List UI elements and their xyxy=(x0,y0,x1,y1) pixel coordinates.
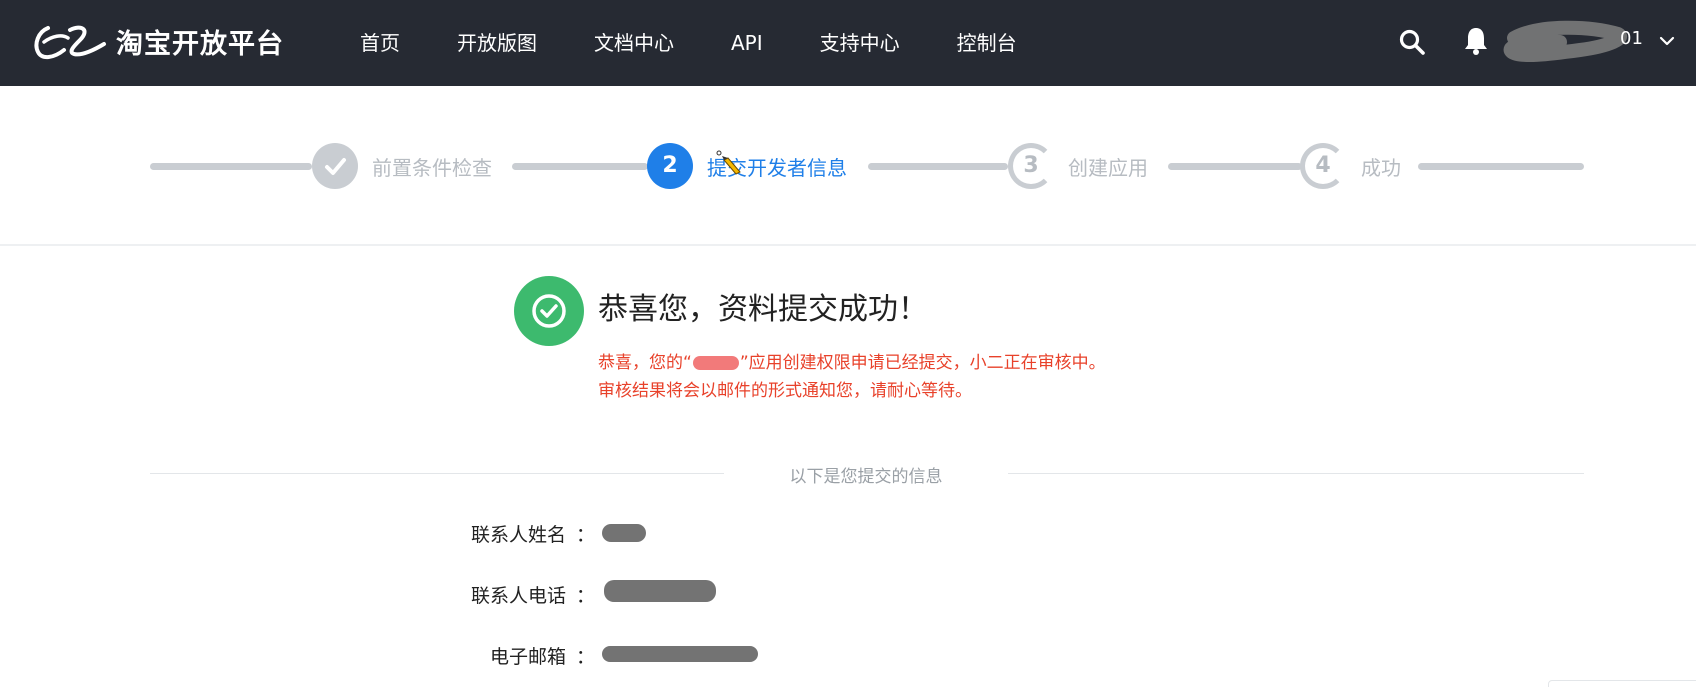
step-connector xyxy=(1168,163,1302,170)
step-connector xyxy=(1418,163,1584,170)
email-label: 电子邮箱 xyxy=(489,646,566,668)
nav-home[interactable]: 首页 xyxy=(360,0,400,86)
step-1-label: 前置条件检查 xyxy=(372,156,492,180)
redacted-contact-name xyxy=(602,524,646,542)
check-icon xyxy=(325,158,346,175)
notice-line-2: 审核结果将会以邮件的形式通知您，请耐心等待。 xyxy=(598,381,972,401)
main-nav: 首页 开放版图 文档中心 API 支持中心 控制台 xyxy=(360,0,1017,86)
redacted-email xyxy=(602,646,758,662)
nav-support[interactable]: 支持中心 xyxy=(820,0,900,86)
top-navigation-bar: 淘宝开放平台 首页 开放版图 文档中心 API 支持中心 控制台 01 xyxy=(0,0,1696,86)
chevron-down-icon[interactable] xyxy=(1658,32,1676,50)
submitted-info-heading: 以下是您提交的信息 xyxy=(789,467,943,487)
pencil-cursor-icon xyxy=(716,150,741,175)
divider-right xyxy=(1008,473,1584,474)
redacted-username xyxy=(1503,20,1627,63)
notice-line-1-prefix: 恭喜，您的“ xyxy=(598,353,692,373)
divider-left xyxy=(150,473,724,474)
step-4-todo: 4 xyxy=(1300,143,1346,189)
email-colon: ： xyxy=(576,646,596,668)
alibaba-logo-icon xyxy=(34,25,106,59)
username-suffix: 01 xyxy=(1620,28,1643,49)
nav-console[interactable]: 控制台 xyxy=(957,0,1017,86)
step-1-done xyxy=(312,143,358,189)
search-icon[interactable] xyxy=(1398,28,1426,56)
step-3-label: 创建应用 xyxy=(1068,156,1148,180)
nav-open-map[interactable]: 开放版图 xyxy=(457,0,537,86)
nav-api[interactable]: API xyxy=(731,0,763,86)
success-check-icon xyxy=(514,276,584,346)
nav-docs[interactable]: 文档中心 xyxy=(594,0,674,86)
step-2-active: 2 xyxy=(647,143,693,189)
brand-name: 淘宝开放平台 xyxy=(116,28,284,60)
contact-phone-label: 联系人电话 xyxy=(470,585,566,607)
contact-name-label: 联系人姓名 xyxy=(470,524,566,546)
contact-name-colon: ： xyxy=(576,524,596,546)
brand-logo[interactable]: 淘宝开放平台 xyxy=(34,20,284,62)
step-4-number: 4 xyxy=(1315,153,1331,178)
success-title: 恭喜您，资料提交成功！ xyxy=(598,292,928,327)
floating-widget[interactable] xyxy=(1548,680,1696,687)
step-connector xyxy=(868,163,1008,170)
step-2-number: 2 xyxy=(662,153,678,178)
notice-line-1-suffix: ”应用创建权限申请已经提交，小二正在审核中。 xyxy=(739,353,1106,373)
redacted-app-name xyxy=(692,356,739,370)
step-3-number: 3 xyxy=(1023,153,1039,178)
step-3-todo: 3 xyxy=(1008,143,1054,189)
step-connector xyxy=(512,163,648,170)
step-4-label: 成功 xyxy=(1361,156,1401,180)
progress-stepper: 前置条件检查 2 提交开发者信息 3 创建应用 4 成功 xyxy=(0,86,1696,246)
bell-icon[interactable] xyxy=(1462,26,1490,56)
redacted-contact-phone xyxy=(604,580,716,602)
user-account-menu[interactable]: 01 xyxy=(1500,18,1680,74)
step-connector xyxy=(150,163,312,170)
notice-line-1: 恭喜，您的“ ”应用创建权限申请已经提交，小二正在审核中。 xyxy=(598,348,1106,373)
contact-phone-colon: ： xyxy=(576,585,596,607)
